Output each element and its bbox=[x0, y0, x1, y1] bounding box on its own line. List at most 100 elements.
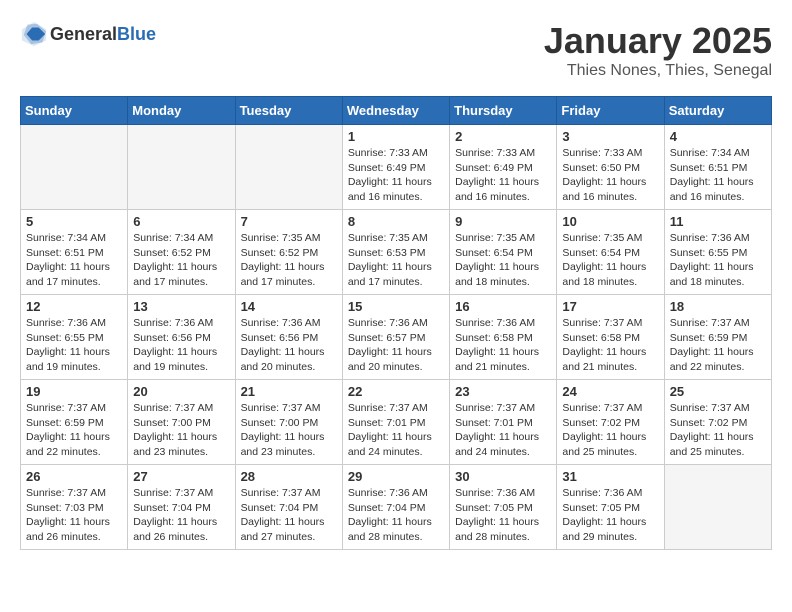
day-cell: 28 Sunrise: 7:37 AMSunset: 7:04 PMDayligh… bbox=[235, 465, 342, 550]
month-title: January 2025 bbox=[544, 20, 772, 62]
day-number: 19 bbox=[26, 384, 122, 399]
weekday-header-row: SundayMondayTuesdayWednesdayThursdayFrid… bbox=[21, 97, 772, 125]
day-info: Sunrise: 7:37 AMSunset: 7:00 PMDaylight:… bbox=[133, 401, 229, 460]
day-cell: 7 Sunrise: 7:35 AMSunset: 6:52 PMDaylight… bbox=[235, 210, 342, 295]
day-number: 24 bbox=[562, 384, 658, 399]
logo: GeneralBlue bbox=[20, 20, 156, 48]
day-cell: 20 Sunrise: 7:37 AMSunset: 7:00 PMDayligh… bbox=[128, 380, 235, 465]
day-number: 28 bbox=[241, 469, 337, 484]
day-info: Sunrise: 7:33 AMSunset: 6:50 PMDaylight:… bbox=[562, 146, 658, 205]
day-info: Sunrise: 7:36 AMSunset: 6:57 PMDaylight:… bbox=[348, 316, 444, 375]
day-cell: 18 Sunrise: 7:37 AMSunset: 6:59 PMDayligh… bbox=[664, 295, 771, 380]
day-cell: 9 Sunrise: 7:35 AMSunset: 6:54 PMDaylight… bbox=[450, 210, 557, 295]
day-info: Sunrise: 7:37 AMSunset: 7:03 PMDaylight:… bbox=[26, 486, 122, 545]
day-info: Sunrise: 7:37 AMSunset: 7:02 PMDaylight:… bbox=[670, 401, 766, 460]
header: GeneralBlue January 2025 Thies Nones, Th… bbox=[20, 20, 772, 80]
day-cell: 14 Sunrise: 7:36 AMSunset: 6:56 PMDayligh… bbox=[235, 295, 342, 380]
day-cell: 3Sunrise: 7:33 AMSunset: 6:50 PMDaylight… bbox=[557, 125, 664, 210]
day-info: Sunrise: 7:36 AMSunset: 6:55 PMDaylight:… bbox=[670, 231, 766, 290]
calendar: SundayMondayTuesdayWednesdayThursdayFrid… bbox=[20, 96, 772, 550]
day-number: 6 bbox=[133, 214, 229, 229]
day-cell: 30Sunrise: 7:36 AMSunset: 7:05 PMDayligh… bbox=[450, 465, 557, 550]
day-cell: 31 Sunrise: 7:36 AMSunset: 7:05 PMDayligh… bbox=[557, 465, 664, 550]
day-cell: 1 Sunrise: 7:33 AMSunset: 6:49 PMDaylight… bbox=[342, 125, 449, 210]
week-row-1: 1 Sunrise: 7:33 AMSunset: 6:49 PMDaylight… bbox=[21, 125, 772, 210]
day-cell: 27Sunrise: 7:37 AMSunset: 7:04 PMDayligh… bbox=[128, 465, 235, 550]
title-area: January 2025 Thies Nones, Thies, Senegal bbox=[544, 20, 772, 80]
location-title: Thies Nones, Thies, Senegal bbox=[544, 62, 772, 80]
day-number: 15 bbox=[348, 299, 444, 314]
day-info: Sunrise: 7:37 AMSunset: 7:04 PMDaylight:… bbox=[241, 486, 337, 545]
day-cell: 21Sunrise: 7:37 AMSunset: 7:00 PMDayligh… bbox=[235, 380, 342, 465]
day-cell: 10Sunrise: 7:35 AMSunset: 6:54 PMDayligh… bbox=[557, 210, 664, 295]
day-info: Sunrise: 7:36 AMSunset: 7:05 PMDaylight:… bbox=[562, 486, 658, 545]
day-number: 13 bbox=[133, 299, 229, 314]
day-cell bbox=[235, 125, 342, 210]
logo-icon bbox=[20, 20, 48, 48]
day-info: Sunrise: 7:35 AMSunset: 6:54 PMDaylight:… bbox=[455, 231, 551, 290]
day-info: Sunrise: 7:36 AMSunset: 7:04 PMDaylight:… bbox=[348, 486, 444, 545]
day-number: 10 bbox=[562, 214, 658, 229]
week-row-2: 5 Sunrise: 7:34 AMSunset: 6:51 PMDaylight… bbox=[21, 210, 772, 295]
day-info: Sunrise: 7:34 AMSunset: 6:51 PMDaylight:… bbox=[670, 146, 766, 205]
day-cell: 11 Sunrise: 7:36 AMSunset: 6:55 PMDayligh… bbox=[664, 210, 771, 295]
day-number: 7 bbox=[241, 214, 337, 229]
day-info: Sunrise: 7:36 AMSunset: 6:58 PMDaylight:… bbox=[455, 316, 551, 375]
day-number: 30 bbox=[455, 469, 551, 484]
day-number: 20 bbox=[133, 384, 229, 399]
day-cell bbox=[21, 125, 128, 210]
day-number: 23 bbox=[455, 384, 551, 399]
day-info: Sunrise: 7:37 AMSunset: 7:01 PMDaylight:… bbox=[455, 401, 551, 460]
day-cell: 24Sunrise: 7:37 AMSunset: 7:02 PMDayligh… bbox=[557, 380, 664, 465]
weekday-thursday: Thursday bbox=[450, 97, 557, 125]
day-number: 5 bbox=[26, 214, 122, 229]
weekday-monday: Monday bbox=[128, 97, 235, 125]
day-info: Sunrise: 7:34 AMSunset: 6:52 PMDaylight:… bbox=[133, 231, 229, 290]
week-row-3: 12 Sunrise: 7:36 AMSunset: 6:55 PMDayligh… bbox=[21, 295, 772, 380]
day-number: 11 bbox=[670, 214, 766, 229]
day-cell: 8Sunrise: 7:35 AMSunset: 6:53 PMDaylight… bbox=[342, 210, 449, 295]
day-number: 1 bbox=[348, 129, 444, 144]
day-number: 31 bbox=[562, 469, 658, 484]
day-info: Sunrise: 7:37 AMSunset: 7:01 PMDaylight:… bbox=[348, 401, 444, 460]
day-number: 26 bbox=[26, 469, 122, 484]
week-row-4: 19Sunrise: 7:37 AMSunset: 6:59 PMDayligh… bbox=[21, 380, 772, 465]
day-cell: 19Sunrise: 7:37 AMSunset: 6:59 PMDayligh… bbox=[21, 380, 128, 465]
day-cell: 4 Sunrise: 7:34 AMSunset: 6:51 PMDaylight… bbox=[664, 125, 771, 210]
day-number: 16 bbox=[455, 299, 551, 314]
day-info: Sunrise: 7:36 AMSunset: 6:56 PMDaylight:… bbox=[133, 316, 229, 375]
day-info: Sunrise: 7:34 AMSunset: 6:51 PMDaylight:… bbox=[26, 231, 122, 290]
logo-blue-text: Blue bbox=[117, 24, 156, 44]
day-cell: 16 Sunrise: 7:36 AMSunset: 6:58 PMDayligh… bbox=[450, 295, 557, 380]
day-info: Sunrise: 7:35 AMSunset: 6:52 PMDaylight:… bbox=[241, 231, 337, 290]
day-cell: 15 Sunrise: 7:36 AMSunset: 6:57 PMDayligh… bbox=[342, 295, 449, 380]
day-info: Sunrise: 7:37 AMSunset: 6:59 PMDaylight:… bbox=[670, 316, 766, 375]
day-number: 12 bbox=[26, 299, 122, 314]
day-number: 14 bbox=[241, 299, 337, 314]
day-number: 29 bbox=[348, 469, 444, 484]
weekday-sunday: Sunday bbox=[21, 97, 128, 125]
day-number: 9 bbox=[455, 214, 551, 229]
day-number: 17 bbox=[562, 299, 658, 314]
day-info: Sunrise: 7:37 AMSunset: 6:58 PMDaylight:… bbox=[562, 316, 658, 375]
day-cell bbox=[664, 465, 771, 550]
weekday-wednesday: Wednesday bbox=[342, 97, 449, 125]
logo-general-text: General bbox=[50, 24, 117, 44]
day-info: Sunrise: 7:33 AMSunset: 6:49 PMDaylight:… bbox=[455, 146, 551, 205]
day-number: 21 bbox=[241, 384, 337, 399]
weekday-friday: Friday bbox=[557, 97, 664, 125]
day-cell: 5 Sunrise: 7:34 AMSunset: 6:51 PMDaylight… bbox=[21, 210, 128, 295]
day-cell: 12 Sunrise: 7:36 AMSunset: 6:55 PMDayligh… bbox=[21, 295, 128, 380]
day-info: Sunrise: 7:36 AMSunset: 6:56 PMDaylight:… bbox=[241, 316, 337, 375]
day-cell: 13 Sunrise: 7:36 AMSunset: 6:56 PMDayligh… bbox=[128, 295, 235, 380]
day-info: Sunrise: 7:33 AMSunset: 6:49 PMDaylight:… bbox=[348, 146, 444, 205]
day-cell: 2 Sunrise: 7:33 AMSunset: 6:49 PMDaylight… bbox=[450, 125, 557, 210]
day-info: Sunrise: 7:36 AMSunset: 6:55 PMDaylight:… bbox=[26, 316, 122, 375]
day-number: 4 bbox=[670, 129, 766, 144]
day-info: Sunrise: 7:37 AMSunset: 7:04 PMDaylight:… bbox=[133, 486, 229, 545]
day-number: 18 bbox=[670, 299, 766, 314]
day-number: 2 bbox=[455, 129, 551, 144]
day-number: 25 bbox=[670, 384, 766, 399]
day-cell: 26 Sunrise: 7:37 AMSunset: 7:03 PMDayligh… bbox=[21, 465, 128, 550]
day-cell bbox=[128, 125, 235, 210]
